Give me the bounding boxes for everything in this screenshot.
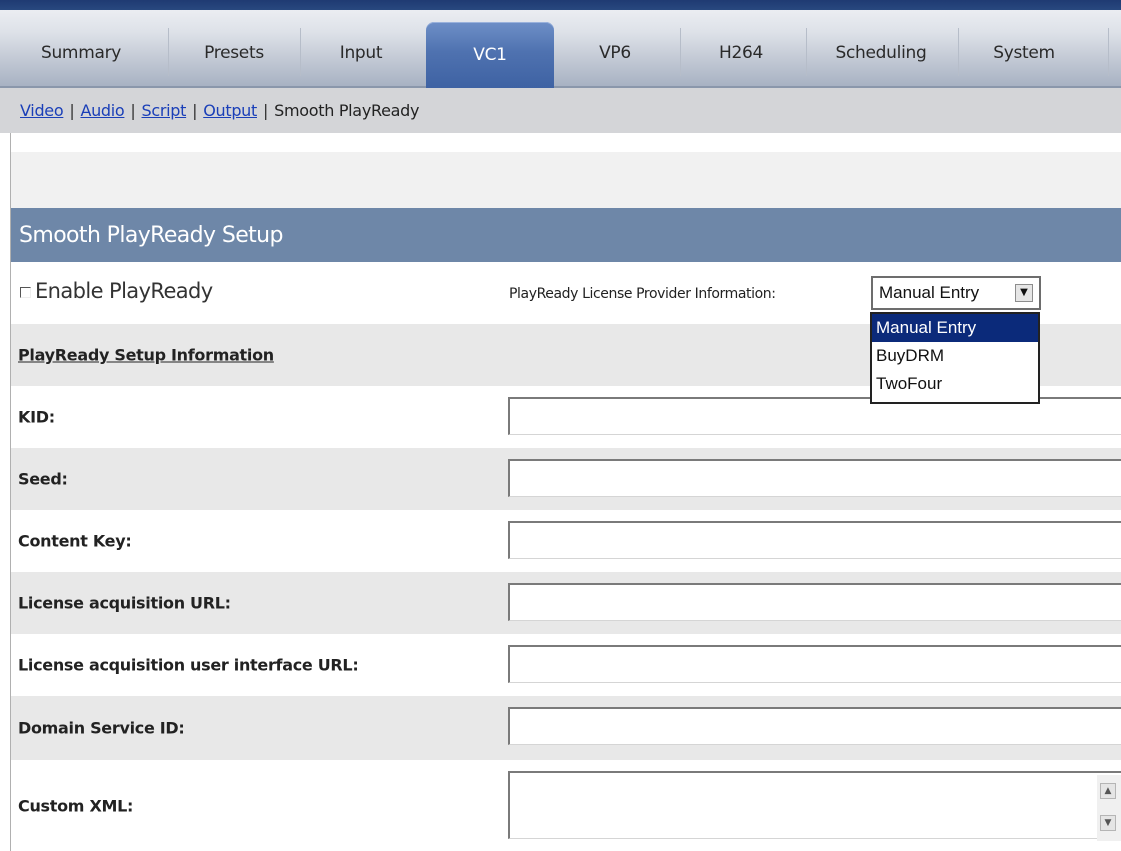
content-key-input[interactable] — [508, 521, 1121, 559]
tab-bar: Summary Presets Input VC1 VP6 H264 Sched… — [0, 10, 1121, 88]
top-border — [0, 0, 1121, 10]
license-provider-value: Manual Entry — [879, 283, 980, 302]
enable-playready-checkbox[interactable]: Enable PlayReady — [20, 279, 213, 303]
license-url-label: License acquisition URL: — [18, 593, 231, 613]
subnav-separator: | — [263, 101, 269, 120]
setup-info-label: PlayReady Setup Information — [18, 345, 274, 365]
subnav-link-video[interactable]: Video — [20, 101, 64, 120]
license-provider-select[interactable]: Manual Entry ▼ — [871, 276, 1041, 310]
subnav-separator: | — [69, 101, 75, 120]
license-url-row: License acquisition URL: — [11, 572, 1121, 634]
tab-input[interactable]: Input — [302, 20, 420, 86]
license-provider-label: PlayReady License Provider Information: — [509, 286, 776, 302]
chevron-down-icon[interactable]: ▼ — [1015, 284, 1033, 302]
content-key-row: Content Key: — [11, 510, 1121, 572]
tab-summary[interactable]: Summary — [22, 20, 140, 86]
seed-label: Seed: — [18, 469, 68, 489]
section-header: Smooth PlayReady Setup — [11, 208, 1121, 262]
license-url-input[interactable] — [508, 583, 1121, 621]
checkbox-box[interactable] — [20, 286, 31, 298]
domain-service-input[interactable] — [508, 707, 1121, 745]
tab-separator — [806, 28, 807, 76]
dropdown-option-buydrm[interactable]: BuyDRM — [872, 342, 1038, 370]
tab-vp6[interactable]: VP6 — [556, 20, 674, 86]
custom-xml-textarea[interactable] — [508, 771, 1121, 839]
subnav-link-audio[interactable]: Audio — [80, 101, 124, 120]
custom-xml-row: Custom XML: — [11, 760, 1121, 851]
license-provider-dropdown: Manual Entry BuyDRM TwoFour — [870, 312, 1040, 404]
dropdown-option-manual-entry[interactable]: Manual Entry — [872, 314, 1038, 342]
scroll-down-icon[interactable]: ▼ — [1100, 815, 1116, 831]
tab-separator — [168, 28, 169, 76]
domain-service-label: Domain Service ID: — [18, 718, 185, 738]
dropdown-option-twofour[interactable]: TwoFour — [872, 370, 1038, 398]
subnav-separator: | — [192, 101, 198, 120]
license-ui-url-label: License acquisition user interface URL: — [18, 655, 359, 675]
sub-navigation: Video | Audio | Script | Output | Smooth… — [0, 88, 1121, 133]
scroll-up-icon[interactable]: ▲ — [1100, 783, 1116, 799]
kid-label: KID: — [18, 407, 55, 427]
enable-playready-label: Enable PlayReady — [35, 279, 213, 303]
tab-presets[interactable]: Presets — [175, 20, 293, 86]
tab-separator — [1108, 28, 1109, 76]
tab-h264[interactable]: H264 — [682, 20, 800, 86]
spacer-band — [11, 152, 1121, 208]
subnav-separator: | — [130, 101, 136, 120]
seed-input[interactable] — [508, 459, 1121, 497]
tab-separator — [300, 28, 301, 76]
tab-separator — [680, 28, 681, 76]
subnav-link-output[interactable]: Output — [203, 101, 257, 120]
tab-vc1[interactable]: VC1 — [426, 22, 554, 88]
content-key-label: Content Key: — [18, 531, 132, 551]
tab-scheduling[interactable]: Scheduling — [812, 20, 950, 86]
domain-service-row: Domain Service ID: — [11, 696, 1121, 760]
license-ui-url-row: License acquisition user interface URL: — [11, 634, 1121, 696]
tab-system[interactable]: System — [960, 20, 1088, 86]
custom-xml-label: Custom XML: — [18, 796, 134, 815]
subnav-link-script[interactable]: Script — [142, 101, 187, 120]
subnav-current: Smooth PlayReady — [274, 101, 420, 120]
tab-separator — [958, 28, 959, 76]
custom-xml-scrollbar[interactable]: ▲ ▼ — [1097, 775, 1121, 841]
seed-row: Seed: — [11, 448, 1121, 510]
encoder-config-page: Summary Presets Input VC1 VP6 H264 Sched… — [0, 0, 1121, 851]
license-ui-url-input[interactable] — [508, 645, 1121, 683]
